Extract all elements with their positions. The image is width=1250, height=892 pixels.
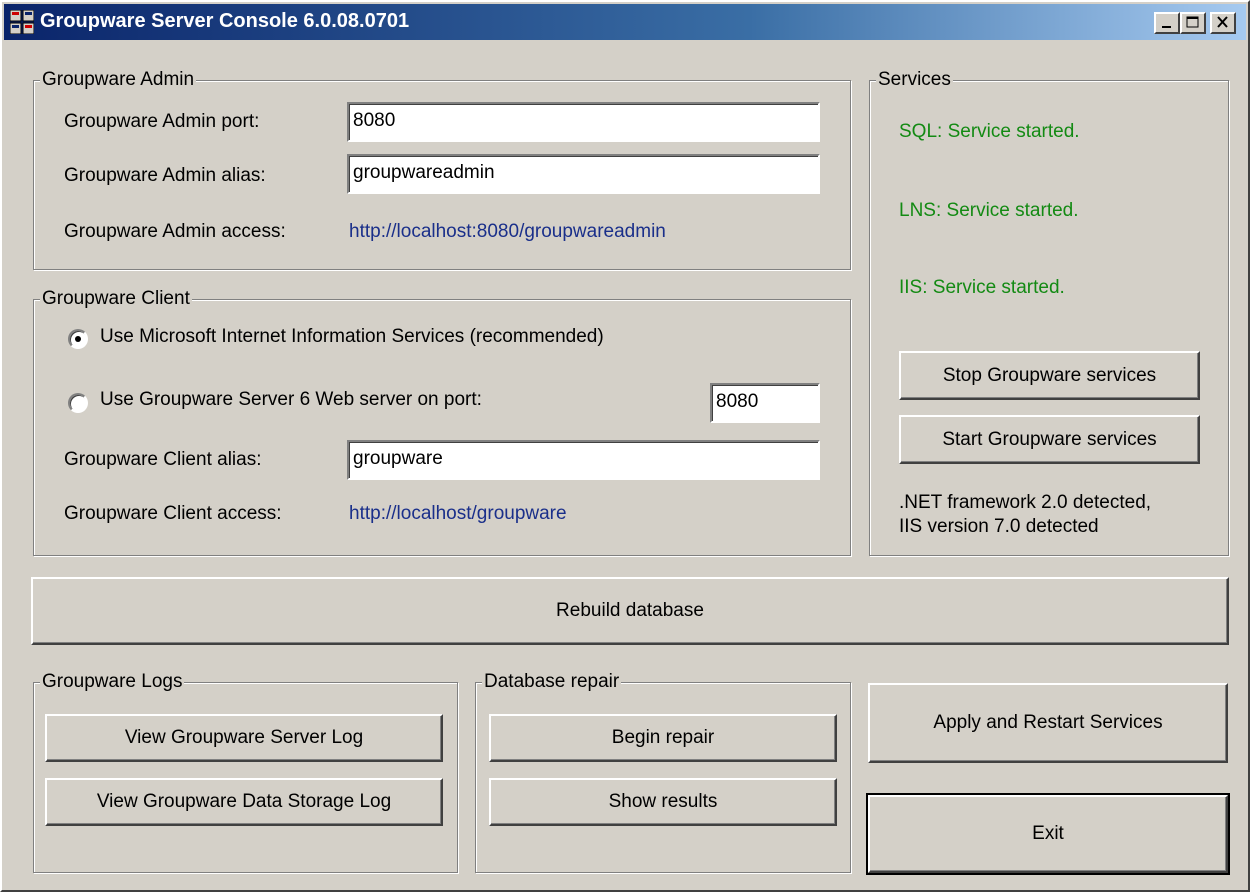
services-group: Services <box>869 69 1229 556</box>
console-window: Groupware Server Console 6.0.08.0701 Gro… <box>0 0 1250 892</box>
radio-web-server-label[interactable]: Use Groupware Server 6 Web server on por… <box>100 389 482 411</box>
view-storage-log-button[interactable]: View Groupware Data Storage Log <box>45 778 443 826</box>
radio-selected-dot <box>75 336 81 342</box>
radio-iis-label[interactable]: Use Microsoft Internet Information Servi… <box>100 326 604 348</box>
admin-alias-label: Groupware Admin alias: <box>64 165 266 186</box>
minimize-button[interactable] <box>1154 12 1180 34</box>
radio-iis[interactable] <box>68 329 88 349</box>
sql-status: SQL: Service started. <box>899 121 1080 142</box>
view-server-log-button[interactable]: View Groupware Server Log <box>45 714 443 762</box>
close-button[interactable] <box>1210 12 1236 34</box>
exit-button[interactable]: Exit <box>866 793 1230 875</box>
app-icon <box>10 10 34 34</box>
client-group-label: Groupware Client <box>40 288 192 310</box>
show-results-button[interactable]: Show results <box>489 778 837 826</box>
window-title: Groupware Server Console 6.0.08.0701 <box>40 10 410 32</box>
radio-web-server[interactable] <box>68 393 88 413</box>
client-alias-input[interactable]: groupware <box>347 440 820 480</box>
maximize-icon <box>1186 16 1199 28</box>
iis-version-info: IIS version 7.0 detected <box>899 516 1099 537</box>
web-server-port-input[interactable]: 8080 <box>710 383 820 423</box>
minimize-icon <box>1162 26 1171 28</box>
admin-alias-input[interactable]: groupwareadmin <box>347 154 820 194</box>
client-access-label: Groupware Client access: <box>64 503 282 524</box>
stop-services-button[interactable]: Stop Groupware services <box>899 351 1200 400</box>
title-bar[interactable]: Groupware Server Console 6.0.08.0701 <box>4 4 1246 40</box>
lns-status: LNS: Service started. <box>899 200 1079 221</box>
admin-access-label: Groupware Admin access: <box>64 221 286 242</box>
logs-group-label: Groupware Logs <box>40 671 185 693</box>
close-icon <box>1217 16 1228 28</box>
client-alias-label: Groupware Client alias: <box>64 449 262 470</box>
admin-port-input[interactable]: 8080 <box>347 102 820 142</box>
iis-status: IIS: Service started. <box>899 277 1065 298</box>
start-services-button[interactable]: Start Groupware services <box>899 415 1200 464</box>
rebuild-database-button[interactable]: Rebuild database <box>31 577 1229 645</box>
admin-group-label: Groupware Admin <box>40 69 197 91</box>
apply-restart-button[interactable]: Apply and Restart Services <box>868 683 1228 763</box>
client-access-link[interactable]: http://localhost/groupware <box>349 503 567 525</box>
framework-info: .NET framework 2.0 detected, <box>899 492 1152 513</box>
repair-group-label: Database repair <box>482 671 622 693</box>
admin-access-link[interactable]: http://localhost:8080/groupwareadmin <box>349 221 666 243</box>
admin-port-label: Groupware Admin port: <box>64 111 260 132</box>
begin-repair-button[interactable]: Begin repair <box>489 714 837 762</box>
maximize-button[interactable] <box>1180 12 1206 34</box>
services-group-label: Services <box>876 69 953 91</box>
